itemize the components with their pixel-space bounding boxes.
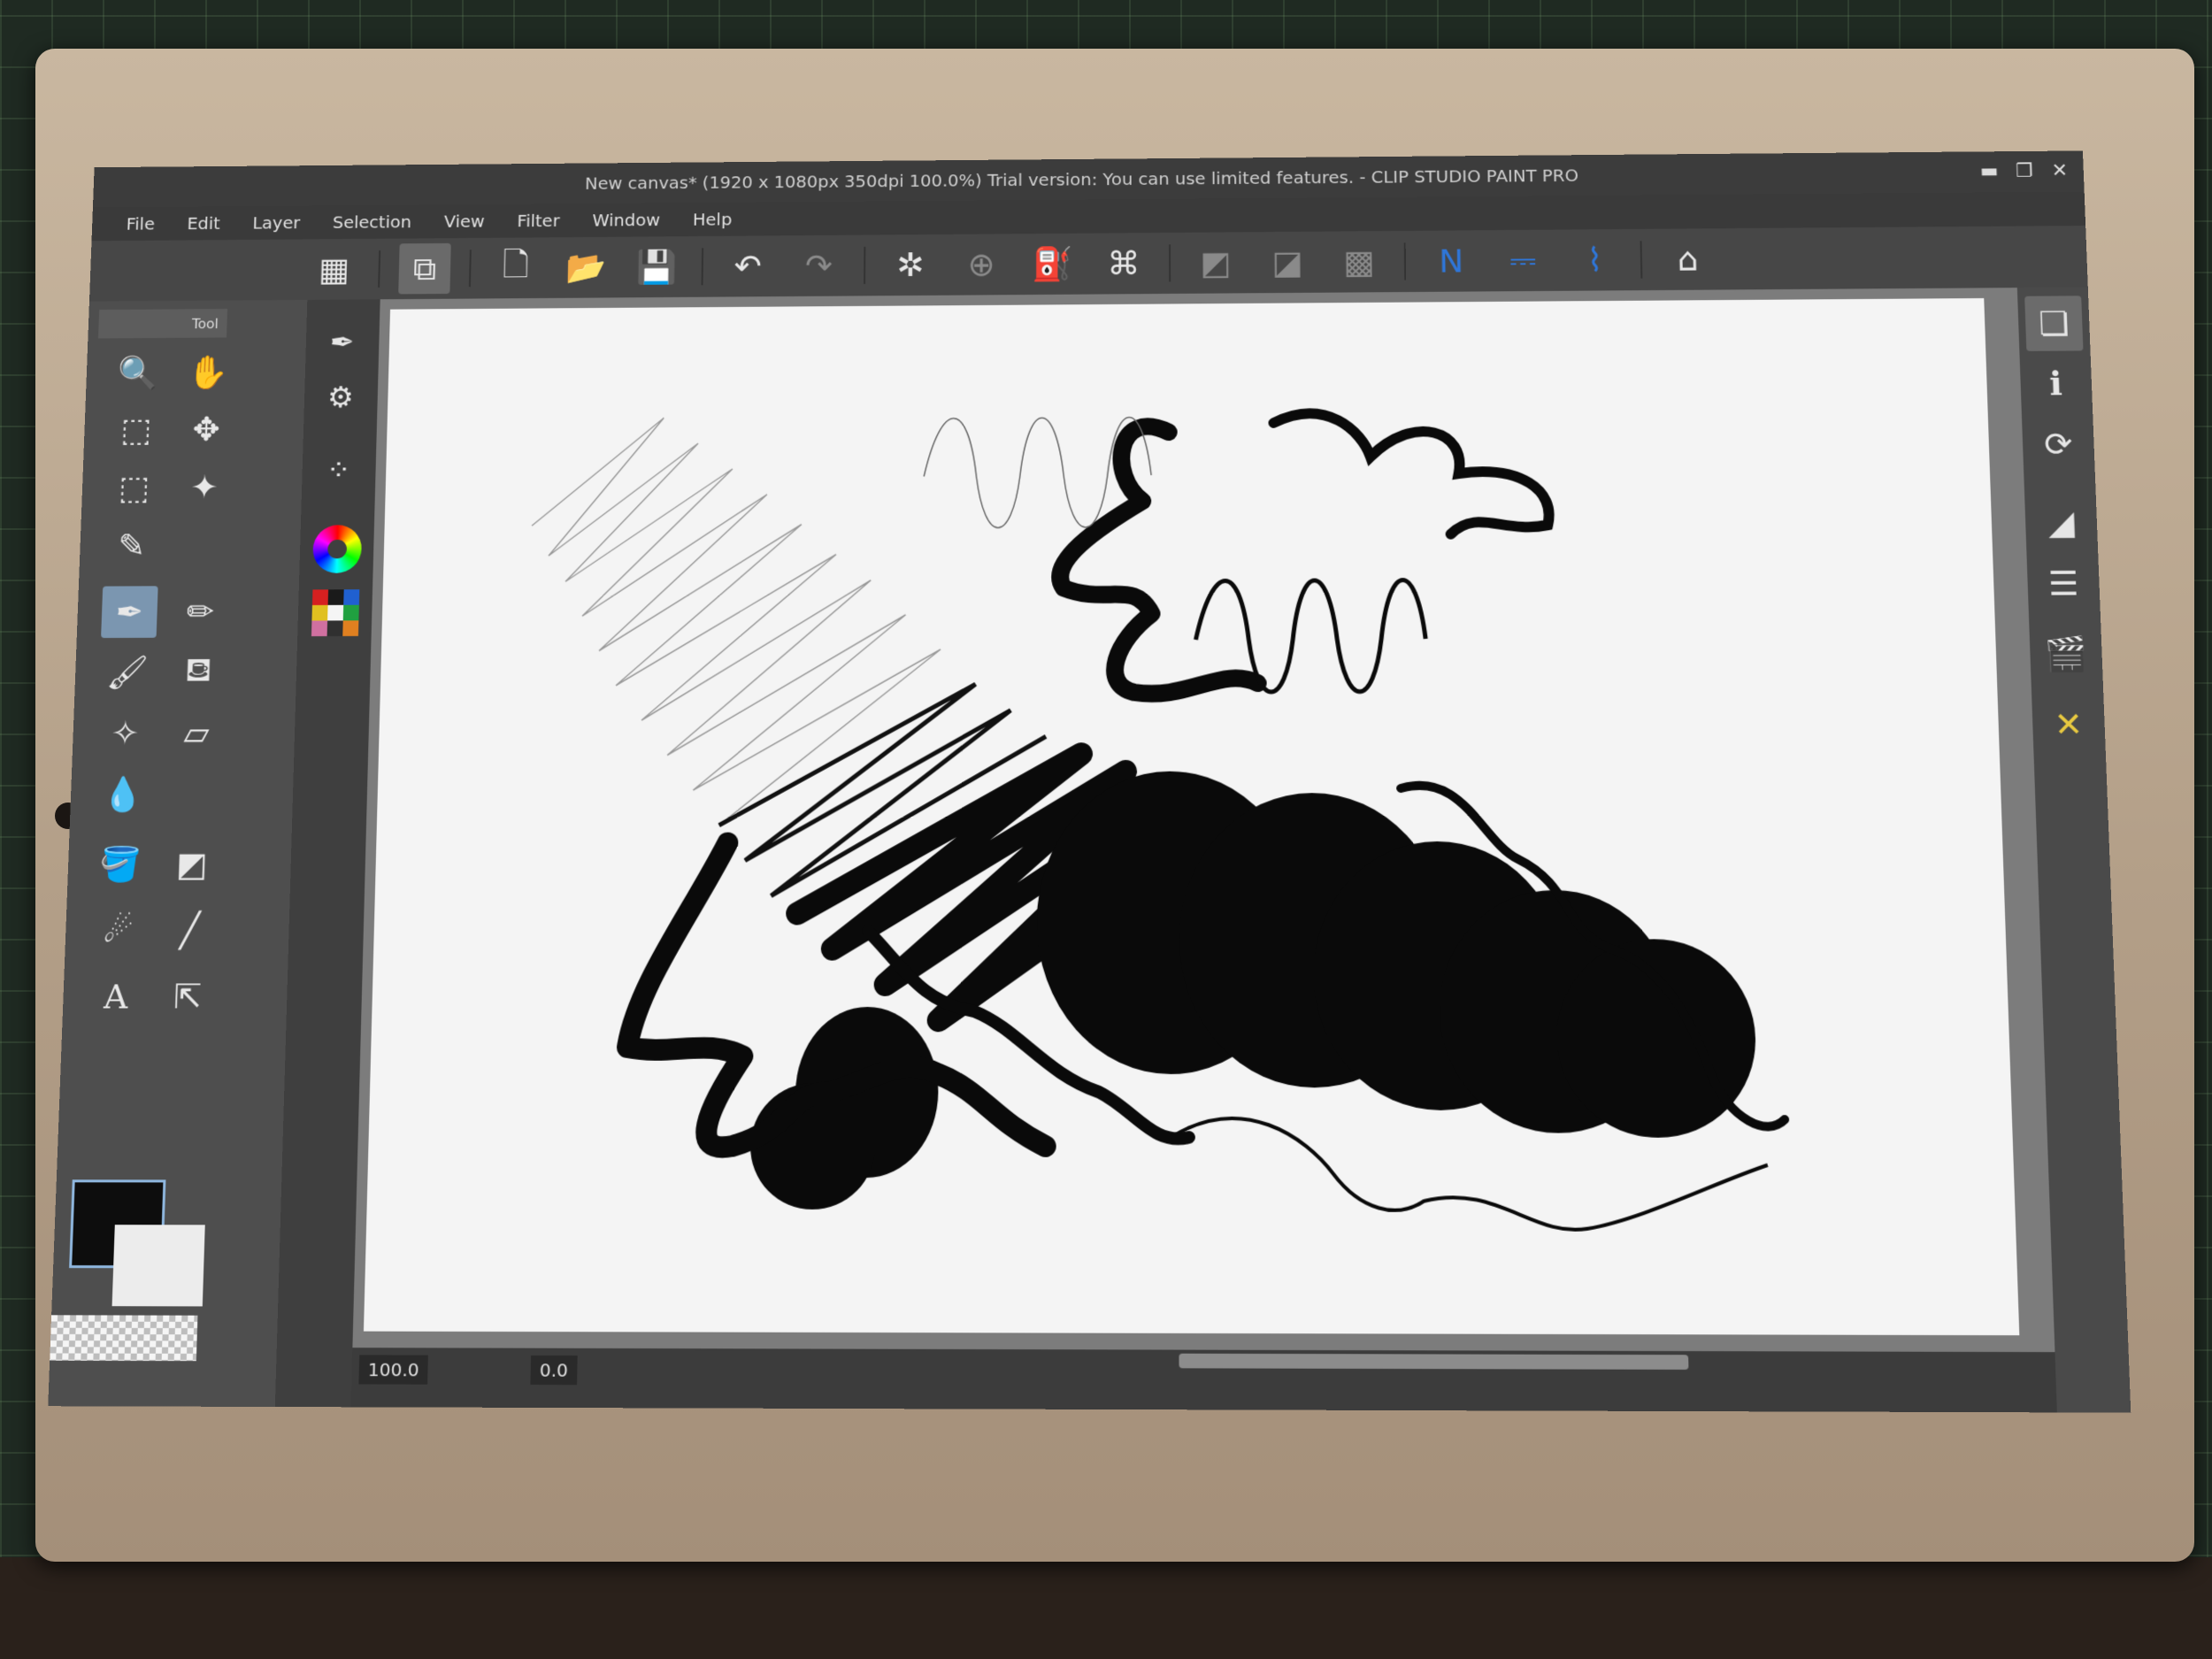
grid-icon[interactable]: ▩ [1333, 236, 1386, 288]
move-layer-icon[interactable]: ✥ [178, 403, 234, 455]
tool-panel: Tool 🔍 ✋ ⬚ ✥ ⬚ ✦ ✎ ✒ ✏ 🖌 ⛾ ✧ ▱ 💧 🪣 ◩ ☄ ╱… [48, 299, 310, 1408]
auto-select-icon[interactable]: ✦ [176, 462, 233, 513]
navigator-icon[interactable]: ℹ [2027, 356, 2086, 411]
selection-icon[interactable]: ⬚ [105, 462, 162, 513]
menu-file[interactable]: File [112, 211, 169, 238]
screen: New canvas* (1920 x 1080px 350dpi 100.0%… [48, 150, 2131, 1413]
hand-icon[interactable]: ✋ [180, 347, 236, 398]
separator [1640, 241, 1643, 279]
color-set-swatch[interactable] [311, 589, 329, 605]
gradient-icon[interactable]: ◩ [164, 838, 221, 891]
color-set-icon[interactable] [311, 589, 360, 637]
color-set-swatch[interactable] [342, 620, 359, 636]
canvas-view-icon[interactable]: ⧉ [398, 242, 451, 295]
menu-help[interactable]: Help [679, 205, 746, 233]
horizontal-scrollbar[interactable] [1179, 1353, 1689, 1370]
grid-snap-icon[interactable]: ⌇ [1568, 234, 1622, 286]
text-icon[interactable]: A [87, 970, 145, 1023]
operation-icon[interactable]: ⬚ [108, 404, 165, 456]
color-set-swatch[interactable] [343, 589, 360, 605]
color-set-swatch[interactable] [327, 589, 344, 605]
separator [1169, 244, 1171, 282]
zoom-icon[interactable]: 🔍 [110, 347, 166, 398]
top-thick-loop [1060, 426, 1258, 694]
color-set-swatch[interactable] [311, 604, 328, 621]
drawing-canvas[interactable] [363, 298, 2020, 1336]
menu-selection[interactable]: Selection [319, 208, 426, 235]
pen-icon[interactable]: ✒ [101, 586, 158, 639]
save-icon[interactable]: 💾 [631, 242, 683, 293]
layer-property-icon[interactable]: ❏ [2024, 296, 2084, 351]
color-set-swatch[interactable] [327, 604, 344, 621]
separator [378, 250, 381, 288]
tool-property-icon[interactable]: ⚙ [312, 372, 369, 425]
top-right-loops [1273, 412, 1549, 535]
menu-window[interactable]: Window [579, 206, 674, 234]
maximize-button[interactable]: ❐ [2011, 158, 2039, 184]
menu-edit[interactable]: Edit [173, 210, 234, 237]
layer-icon[interactable]: ☰ [2034, 556, 2093, 612]
separator [864, 246, 866, 284]
menu-view[interactable]: View [430, 208, 499, 235]
selection-launcher-icon[interactable]: ✲ [884, 240, 936, 291]
balloon-icon[interactable]: ⇱ [158, 970, 216, 1023]
color-set-swatch[interactable] [311, 620, 328, 637]
eraser-icon[interactable]: ▱ [168, 707, 226, 759]
free-transform-icon[interactable]: ⌘ [1098, 238, 1150, 289]
ruler-snap-icon[interactable]: N [1425, 235, 1478, 287]
transform-icon[interactable]: ⊕ [956, 239, 1008, 290]
tool-tab-label: Tool [191, 315, 219, 332]
contour-icon[interactable]: ☄ [89, 904, 147, 957]
fill-icon[interactable]: ⛽ [1026, 238, 1079, 289]
panel-layout-icon[interactable]: ▦ [308, 244, 361, 295]
sub-color-swatch[interactable] [111, 1225, 205, 1307]
color-set-swatch[interactable] [342, 604, 359, 621]
new-canvas-icon[interactable]: 🗋 [489, 242, 541, 294]
figure-icon[interactable]: ╱ [161, 903, 219, 956]
table-surface [0, 1557, 2212, 1659]
filled-blobs [749, 771, 1758, 1210]
animation-icon[interactable]: 🎬 [2036, 626, 2095, 682]
tool-tab[interactable]: Tool [97, 309, 228, 339]
close-button[interactable]: ✕ [2046, 157, 2073, 183]
sync-icon[interactable]: ⟳ [2029, 417, 2088, 472]
airbrush-icon[interactable]: ⛾ [170, 646, 227, 698]
reference-layer-icon[interactable]: ⌂ [1661, 234, 1715, 285]
minimize-button[interactable]: ▬ [1976, 158, 2003, 184]
brush-size-icon[interactable]: ⁘ [311, 443, 367, 496]
pencil-icon[interactable]: ✏ [172, 586, 228, 638]
transparent-color-swatch[interactable] [50, 1315, 198, 1362]
rotation-value[interactable]: 0.0 [530, 1355, 578, 1386]
undo-icon[interactable]: ↶ [722, 241, 774, 292]
fill-bucket-icon[interactable]: 🪣 [92, 838, 150, 891]
canvas-area [352, 288, 2055, 1353]
zoom-level[interactable]: 100.0 [358, 1355, 429, 1385]
material-icon[interactable]: ✕ [2039, 696, 2098, 753]
color-set-swatch[interactable] [326, 620, 343, 637]
separator [1403, 242, 1407, 280]
eyedropper-icon[interactable]: ✎ [104, 520, 160, 572]
brush-icon[interactable]: 🖌 [99, 647, 157, 699]
open-icon[interactable]: 📂 [560, 242, 612, 293]
sub-tool-icon[interactable]: ✒ [314, 316, 371, 369]
layer-search-icon[interactable]: ◢ [2032, 495, 2091, 550]
separator [701, 248, 704, 286]
color-wheel-icon[interactable] [311, 525, 363, 573]
redo-icon[interactable]: ↷ [793, 240, 845, 291]
window-controls: ▬ ❐ ✕ [1976, 157, 2073, 184]
status-bar: 100.0 0.0 [350, 1348, 2057, 1413]
clip-layer-icon[interactable]: ◩ [1190, 237, 1242, 288]
window-title: New canvas* (1920 x 1080px 350dpi 100.0%… [584, 165, 1579, 194]
thin-stroke-zigzag [526, 417, 941, 826]
blend-icon[interactable]: 💧 [95, 768, 152, 820]
menu-layer[interactable]: Layer [239, 209, 315, 236]
separator [468, 250, 472, 288]
menu-filter[interactable]: Filter [503, 207, 574, 234]
layer-mask-icon[interactable]: ◪ [1261, 236, 1314, 288]
special-ruler-snap-icon[interactable]: ⎓ [1496, 234, 1549, 286]
decoration-icon[interactable]: ✧ [96, 707, 154, 759]
